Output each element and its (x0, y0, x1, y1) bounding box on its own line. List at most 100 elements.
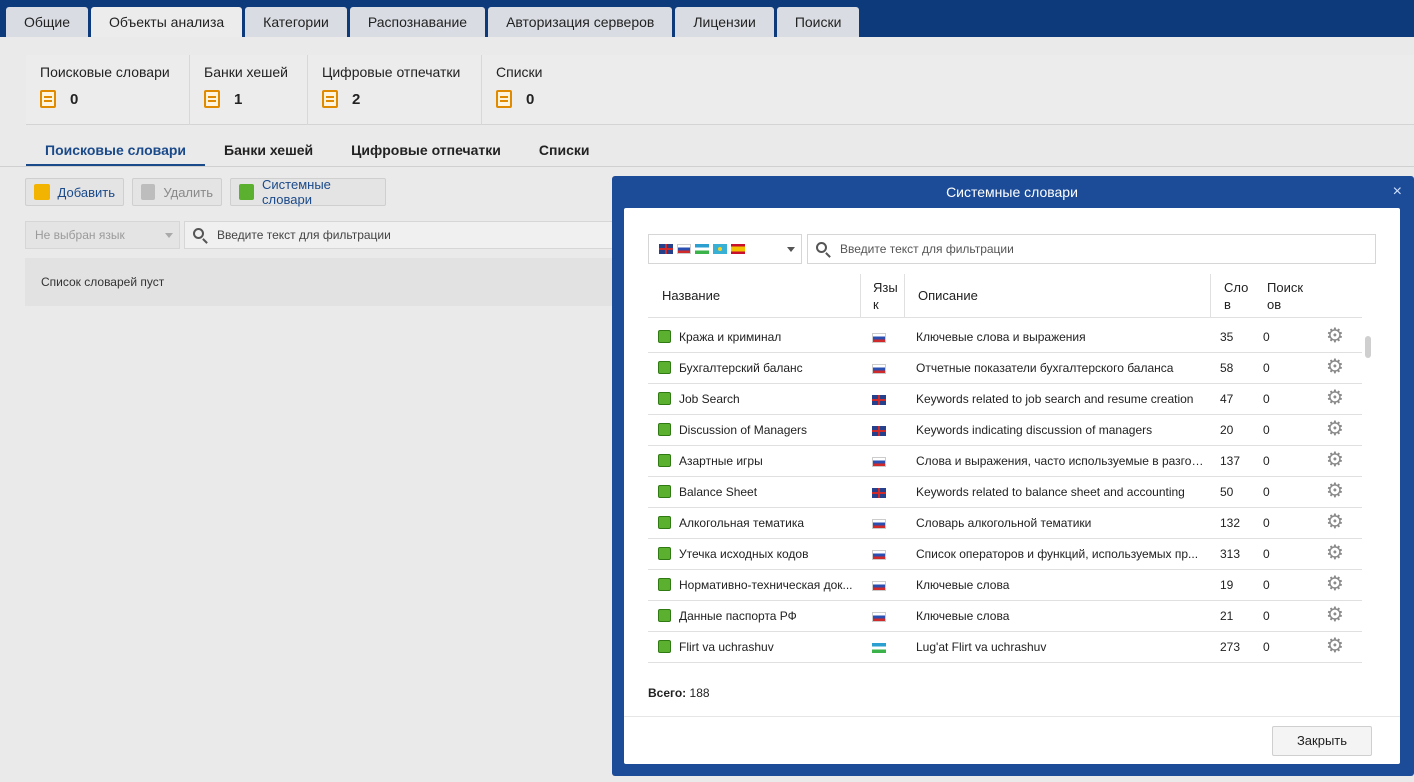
row-description: Словарь алкогольной тематики (916, 516, 1092, 530)
row-description: Keywords indicating discussion of manage… (916, 423, 1153, 437)
counter-lists[interactable]: Списки 0 (482, 55, 602, 125)
system-dictionaries-dialog: Системные словари × Введите текст для фи… (612, 176, 1414, 776)
flag-uz-icon (695, 244, 709, 254)
dialog-title: Системные словари (946, 184, 1078, 200)
table-row[interactable]: Нормативно-техническая док... Ключевые сл… (648, 570, 1362, 601)
col-desc[interactable]: Описание (904, 274, 1210, 318)
row-words: 50 (1220, 485, 1234, 499)
gear-icon[interactable]: ⚙ (1326, 415, 1344, 444)
hash-bank-icon (204, 90, 220, 108)
row-words: 137 (1220, 454, 1241, 468)
col-lang-line2: к (873, 297, 879, 312)
close-button[interactable]: Закрыть (1272, 726, 1372, 756)
table-row[interactable]: Утечка исходных кодов Список операторов и… (648, 539, 1362, 570)
table-row[interactable]: Balance Sheet Keywords related to balance… (648, 477, 1362, 508)
table-row[interactable]: Discussion of Managers Keywords indicatin… (648, 415, 1362, 446)
flag-en-icon (659, 244, 673, 254)
col-words[interactable]: Сло в (1210, 274, 1254, 318)
table-row[interactable]: Азартные игры Слова и выражения, часто ис… (648, 446, 1362, 477)
gear-icon[interactable]: ⚙ (1326, 632, 1344, 661)
tab-categories[interactable]: Категории (245, 7, 347, 37)
row-name: Job Search (679, 392, 740, 406)
tab-recognition[interactable]: Распознавание (349, 7, 486, 37)
language-flags-select[interactable] (648, 234, 802, 264)
col-words-line1: Сло (1224, 280, 1249, 295)
row-name: Нормативно-техническая док... (679, 578, 853, 592)
col-name[interactable]: Название (662, 274, 720, 318)
search-icon (816, 242, 827, 253)
scrollbar-thumb[interactable] (1365, 336, 1371, 358)
delete-label: Удалить (163, 184, 213, 200)
counter-label: Банки хешей (204, 64, 289, 80)
table-body: Кража и криминал Ключевые слова и выражен… (648, 322, 1362, 663)
subtab-hash-banks[interactable]: Банки хешей (205, 136, 332, 166)
system-dictionaries-button[interactable]: Системные словари (230, 177, 386, 207)
empty-list-message: Список словарей пуст (25, 258, 625, 306)
gear-icon[interactable]: ⚙ (1326, 353, 1344, 382)
table-row[interactable]: Данные паспорта РФ Ключевые слова 21 0 ⚙ (648, 601, 1362, 632)
table-row[interactable]: Кража и криминал Ключевые слова и выражен… (648, 322, 1362, 353)
table-row[interactable]: Алкогольная тематика Словарь алкогольной … (648, 508, 1362, 539)
gear-icon[interactable]: ⚙ (1326, 384, 1344, 413)
table-row[interactable]: Job Search Keywords related to job search… (648, 384, 1362, 415)
counters-panel: Поисковые словари 0 Банки хешей 1 Цифров… (26, 55, 1414, 125)
counter-value: 0 (526, 90, 535, 108)
gear-icon[interactable]: ⚙ (1326, 570, 1344, 599)
row-searches: 0 (1263, 392, 1270, 406)
total-value: 188 (689, 686, 710, 700)
row-searches: 0 (1263, 578, 1270, 592)
col-searches[interactable]: Поиск ов (1254, 274, 1324, 318)
col-lang[interactable]: Язы к (860, 274, 904, 318)
language-flag-icon (872, 488, 886, 498)
flag-kz-icon (713, 244, 727, 254)
row-description: Слова и выражения, часто используемые в … (916, 454, 1206, 468)
scrollbar[interactable] (1365, 324, 1371, 664)
gear-icon[interactable]: ⚙ (1326, 601, 1344, 630)
gear-icon[interactable]: ⚙ (1326, 539, 1344, 568)
gear-icon[interactable]: ⚙ (1326, 322, 1344, 351)
gear-icon[interactable]: ⚙ (1326, 446, 1344, 475)
tab-licenses[interactable]: Лицензии (675, 7, 774, 37)
col-lang-line1: Язы (873, 280, 898, 295)
counter-hash-banks[interactable]: Банки хешей 1 (190, 55, 308, 125)
tab-general[interactable]: Общие (6, 7, 89, 37)
counter-fingerprints[interactable]: Цифровые отпечатки 2 (308, 55, 482, 125)
table-row[interactable]: Бухгалтерский баланс Отчетные показатели … (648, 353, 1362, 384)
total-label: Всего: (648, 686, 687, 700)
tab-server-auth[interactable]: Авторизация серверов (488, 7, 673, 37)
gear-icon[interactable]: ⚙ (1326, 508, 1344, 537)
row-words: 47 (1220, 392, 1234, 406)
list-icon (496, 90, 512, 108)
row-searches: 0 (1263, 330, 1270, 344)
subtab-lists[interactable]: Списки (520, 136, 609, 166)
add-button[interactable]: Добавить (25, 178, 124, 206)
dictionary-icon (658, 640, 671, 653)
counter-label: Поисковые словари (40, 64, 170, 80)
language-flag-icon (872, 457, 886, 467)
filter-input[interactable]: Введите текст для фильтрации (184, 221, 624, 249)
total-count: Всего: 188 (648, 686, 710, 700)
tab-searches[interactable]: Поиски (776, 7, 860, 37)
table-header: Название Язы к Описание Сло в Поиск ов (648, 274, 1362, 318)
filter-placeholder: Введите текст для фильтрации (217, 228, 391, 242)
row-description: Lug'at Flirt va uchrashuv (916, 640, 1047, 654)
col-words-line2: в (1224, 297, 1231, 312)
row-words: 273 (1220, 640, 1241, 654)
close-icon[interactable]: × (1393, 184, 1402, 200)
language-flag-icon (872, 364, 886, 374)
table-row[interactable]: Flirt va uchrashuv Lug'at Flirt va uchras… (648, 632, 1362, 663)
counter-label: Цифровые отпечатки (322, 64, 461, 80)
dialog-filter-input[interactable]: Введите текст для фильтрации (807, 234, 1376, 264)
tab-analysis-objects[interactable]: Объекты анализа (91, 7, 243, 37)
dialog-body: Введите текст для фильтрации Название Яз… (624, 208, 1400, 764)
top-tabs: Общие Объекты анализа Категории Распозна… (6, 7, 860, 37)
language-select[interactable]: Не выбран язык (25, 221, 180, 249)
counter-dictionaries[interactable]: Поисковые словари 0 (26, 55, 190, 125)
dictionary-icon (40, 90, 56, 108)
gear-icon[interactable]: ⚙ (1326, 477, 1344, 506)
language-flag-icon (872, 643, 886, 653)
subtab-dictionaries[interactable]: Поисковые словари (26, 136, 206, 166)
delete-button[interactable]: Удалить (132, 178, 222, 206)
subtab-fingerprints[interactable]: Цифровые отпечатки (332, 136, 520, 166)
row-description: Ключевые слова (916, 609, 1010, 623)
